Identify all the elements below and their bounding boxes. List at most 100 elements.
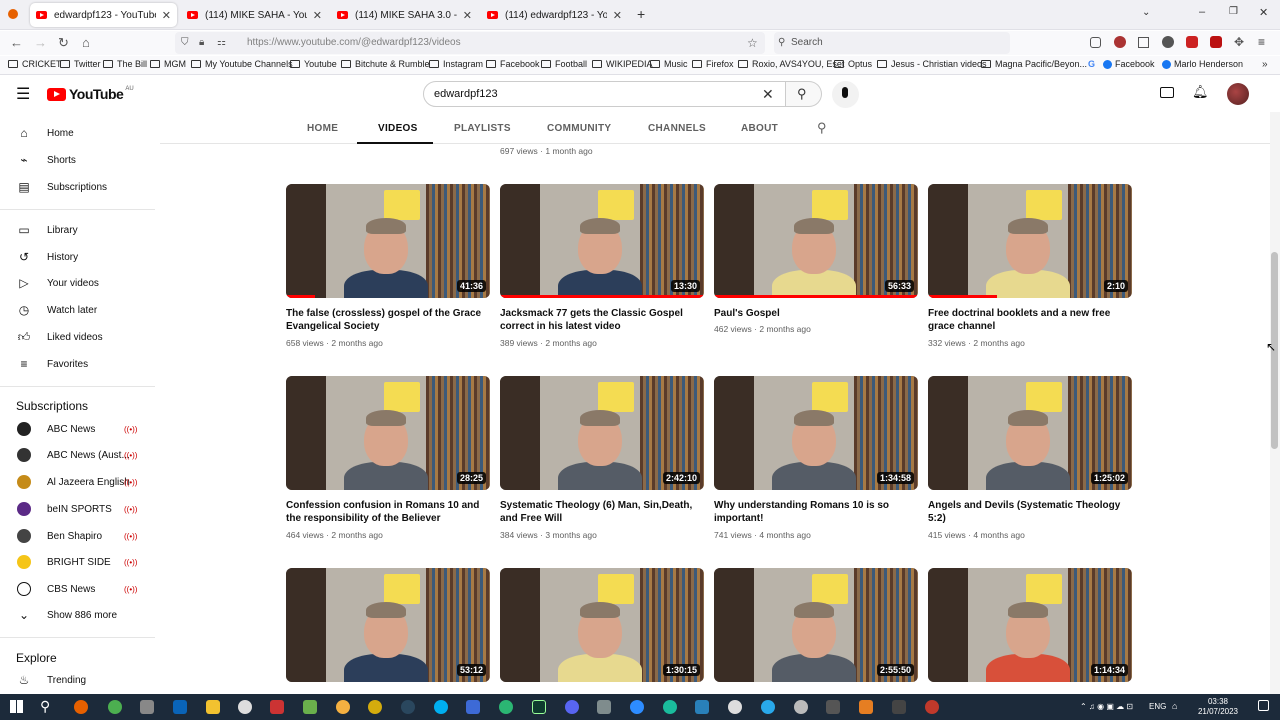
bookmark-folder[interactable]: Magna Pacific/Beyon... (981, 59, 1087, 69)
video-thumbnail[interactable]: 41:36 (286, 184, 490, 298)
extension-icon[interactable] (1138, 37, 1149, 48)
app-icon[interactable] (336, 700, 350, 714)
video-title[interactable]: Systematic Theology (6) Man, Sin,Death, … (500, 499, 700, 525)
bookmark-folder[interactable]: Instagram (429, 59, 483, 69)
app-icon[interactable] (238, 700, 252, 714)
notifications-icon[interactable] (1258, 700, 1269, 711)
bookmark-folder[interactable]: Facebook (486, 59, 540, 69)
language-indicator[interactable]: ENG (1149, 702, 1166, 711)
search-icon[interactable]: ⚲ (40, 698, 50, 715)
video-thumbnail[interactable]: 2:42:10 (500, 376, 704, 490)
app-icon[interactable] (303, 700, 317, 714)
app-icon[interactable] (663, 700, 677, 714)
home-icon[interactable]: ⌂ (82, 35, 90, 50)
bookmark-folder[interactable]: The Bill (103, 59, 147, 69)
clock[interactable]: 03:38 21/07/2023 (1193, 697, 1243, 717)
bookmark-folder[interactable]: Optus (834, 59, 872, 69)
bookmark-folder[interactable]: CRICKET (8, 59, 62, 69)
reload-icon[interactable]: ↻ (58, 35, 69, 51)
video-thumbnail[interactable]: 53:12 (286, 568, 490, 682)
sidebar-item-watch-later[interactable]: ◷ Watch later (0, 297, 160, 323)
video-thumbnail[interactable]: 28:25 (286, 376, 490, 490)
video-thumbnail[interactable]: 1:34:58 (714, 376, 918, 490)
sidebar-item-home[interactable]: ⌂ Home (0, 120, 160, 146)
app-icon[interactable] (794, 700, 808, 714)
app-icon[interactable] (892, 700, 906, 714)
bookmark-folder[interactable]: Football (541, 59, 587, 69)
app-icon[interactable] (499, 700, 513, 714)
extension-icon[interactable] (1210, 36, 1222, 48)
close-tab-icon[interactable]: ✕ (613, 9, 622, 22)
bookmark-folder[interactable]: My Youtube Channels (191, 59, 293, 69)
browser-search-field[interactable]: ⚲ Search (774, 32, 1010, 54)
close-tab-icon[interactable]: ✕ (463, 9, 472, 22)
file-explorer-icon[interactable] (206, 700, 220, 714)
video-title[interactable]: Angels and Devils (Systematic Theology 5… (928, 499, 1128, 525)
sidebar-item-subscriptions[interactable]: ▤ Subscriptions (0, 174, 160, 200)
create-video-icon[interactable] (1160, 87, 1174, 98)
bookmark-star-icon[interactable]: ☆ (747, 32, 758, 54)
app-icon[interactable] (270, 700, 284, 714)
sidebar-item-your-videos[interactable]: ▷ Your videos (0, 270, 160, 296)
firefox-icon[interactable] (74, 700, 88, 714)
minimize-icon[interactable]: – (1199, 6, 1205, 18)
tab-home[interactable]: HOME (307, 123, 338, 134)
bookmark-link[interactable]: G Facebook (1088, 59, 1155, 69)
discord-icon[interactable] (565, 700, 579, 714)
outlook-icon[interactable] (173, 700, 187, 714)
video-thumbnail[interactable]: 2:55:50 (714, 568, 918, 682)
extension-icon[interactable] (1186, 36, 1198, 48)
audition-icon[interactable] (532, 700, 546, 714)
bookmark-folder[interactable]: Firefox (692, 59, 734, 69)
subscription-item[interactable]: BRIGHT SIDE ((•)) (0, 549, 160, 575)
clear-search-icon[interactable]: ✕ (762, 82, 774, 106)
bookmark-folder[interactable]: Bitchute & Rumble (341, 59, 430, 69)
voice-search-button[interactable] (832, 81, 859, 108)
sidebar-item-favorites[interactable]: ≡ Favorites (0, 351, 160, 377)
url-bar[interactable]: ⛉ 🔒︎ ⚏ https://www.youtube.com/@edwardpf… (175, 32, 765, 54)
subscription-item[interactable]: beIN SPORTS ((•)) (0, 496, 160, 522)
app-icon[interactable] (826, 700, 840, 714)
sidebar-item-liked-videos[interactable]: 👍︎ Liked videos (0, 324, 160, 350)
youtube-logo[interactable]: YouTube AU (47, 86, 134, 102)
pocket-icon[interactable] (1090, 37, 1101, 48)
permissions-icon[interactable]: ⚏ (217, 32, 226, 54)
bookmark-folder[interactable]: MGM (150, 59, 186, 69)
video-title[interactable]: Jacksmack 77 gets the Classic Gospel cor… (500, 307, 700, 333)
show-more-button[interactable]: ⌄ Show 886 more (0, 602, 160, 628)
notifications-bell-icon[interactable]: 🔔︎ (1192, 84, 1209, 100)
tab-playlists[interactable]: PLAYLISTS (454, 123, 511, 134)
subscription-item[interactable]: ABC News (Aust... ((•)) (0, 442, 160, 468)
firefox-menu-icon[interactable] (8, 9, 18, 19)
extension-icon[interactable] (1114, 36, 1126, 48)
app-menu-icon[interactable]: ≡ (1258, 35, 1265, 49)
account-avatar[interactable] (1227, 83, 1249, 105)
bookmark-folder[interactable]: Jesus - Christian videos (877, 59, 987, 69)
back-icon[interactable]: ← (10, 35, 23, 50)
app-icon[interactable] (597, 700, 611, 714)
browser-tab[interactable]: (114) MIKE SAHA - YouTube ✕ (181, 3, 328, 27)
close-tab-icon[interactable]: ✕ (313, 9, 322, 22)
windows-start-icon[interactable] (10, 700, 23, 713)
subscription-item[interactable]: Al Jazeera English ((•)) (0, 469, 160, 495)
sidebar-item-library[interactable]: ▭ Library (0, 217, 160, 243)
video-thumbnail[interactable]: 1:25:02 (928, 376, 1132, 490)
tab-videos[interactable]: VIDEOS (378, 123, 418, 134)
youtube-search-input[interactable]: edwardpf123 ✕ (423, 81, 786, 107)
app-icon[interactable] (859, 700, 873, 714)
tray-icons[interactable]: ⌃ ♫ ◉ ▣ ☁ ⊡ (1080, 702, 1133, 711)
subscription-item[interactable]: CBS News ((•)) (0, 576, 160, 602)
extension-icon[interactable] (1162, 36, 1174, 48)
bookmark-folder[interactable]: Roxio, AVS4YOU, Eset (738, 59, 844, 69)
sidebar-item-trending[interactable]: ♨ Trending (0, 667, 160, 693)
bookmark-folder[interactable]: Twitter (60, 59, 101, 69)
close-window-icon[interactable]: ✕ (1259, 6, 1268, 19)
tab-about[interactable]: ABOUT (741, 123, 778, 134)
sidebar-item-history[interactable]: ↺ History (0, 244, 160, 270)
video-title[interactable]: Why understanding Romans 10 is so import… (714, 499, 914, 525)
app-icon[interactable] (368, 700, 382, 714)
tab-community[interactable]: COMMUNITY (547, 123, 611, 134)
channel-search-icon[interactable]: ⚲ (817, 120, 827, 136)
network-icon[interactable]: ⌂ (1172, 701, 1177, 711)
bookmark-link[interactable]: Marlo Henderson (1162, 59, 1243, 69)
